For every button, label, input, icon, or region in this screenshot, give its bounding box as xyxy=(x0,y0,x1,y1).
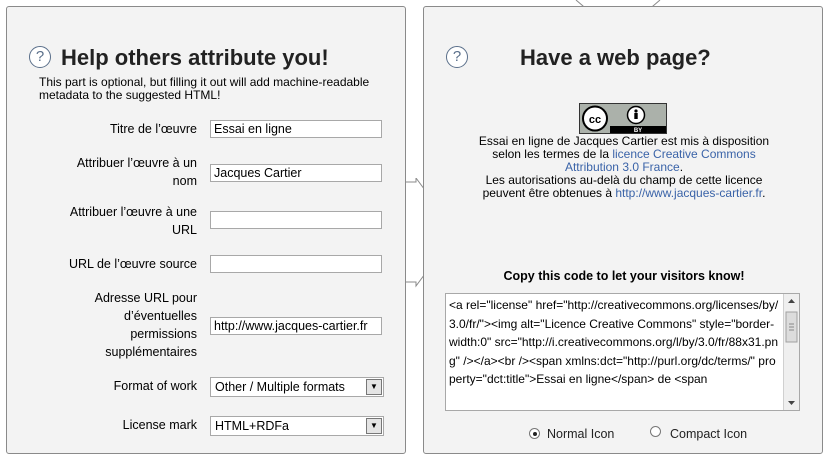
license-notice: Essai en ligne de Jacques Cartier est mi… xyxy=(478,134,770,200)
author-url-label: Attribuer l’œuvre à une URL xyxy=(69,205,197,237)
help-icon[interactable]: ? xyxy=(446,46,468,68)
author-name-input[interactable] xyxy=(210,164,382,182)
panel-title: Have a web page? xyxy=(520,45,711,70)
author-url-input[interactable] xyxy=(210,211,382,229)
more-permissions-input[interactable] xyxy=(210,317,382,335)
license-mark-value: HTML+RDFa xyxy=(215,419,289,433)
panel-title: Help others attribute you! xyxy=(61,45,329,70)
code-text: <a rel="license" href="http://creativeco… xyxy=(449,298,779,386)
license-mark-label: License mark xyxy=(122,418,197,432)
copy-heading: Copy this code to let your visitors know… xyxy=(503,269,745,283)
normal-icon-label[interactable]: Normal Icon xyxy=(547,427,614,441)
normal-icon-radio[interactable] xyxy=(529,428,540,439)
compact-icon-radio[interactable] xyxy=(650,426,661,437)
attribution-panel: ? Help others attribute you! This part i… xyxy=(6,6,406,454)
title-label: Titre de l’œuvre xyxy=(109,122,197,136)
format-select[interactable]: Other / Multiple formats ▼ xyxy=(210,377,384,397)
badge-by-text: BY xyxy=(634,128,642,133)
cc-by-badge[interactable]: cc BY xyxy=(579,103,667,134)
cc-logo-icon: cc BY xyxy=(580,104,666,134)
scrollbar-arrows-icon xyxy=(785,299,798,405)
chevron-down-icon: ▼ xyxy=(366,379,382,395)
svg-text:cc: cc xyxy=(589,114,601,126)
license-mark-select[interactable]: HTML+RDFa ▼ xyxy=(210,416,384,436)
format-value: Other / Multiple formats xyxy=(215,380,345,394)
format-label: Format of work xyxy=(113,379,197,393)
intro-text: This part is optional, but filling it ou… xyxy=(39,75,370,102)
help-icon[interactable]: ? xyxy=(29,46,51,68)
code-scrollbar[interactable] xyxy=(783,294,799,410)
source-url-input[interactable] xyxy=(210,255,382,273)
source-url-label: URL de l’œuvre source xyxy=(68,257,197,271)
more-permissions-label: Adresse URL pour d’éventuelles permissio… xyxy=(94,291,197,359)
code-textarea[interactable]: <a rel="license" href="http://creativeco… xyxy=(445,293,800,411)
chevron-down-icon: ▼ xyxy=(366,418,382,434)
compact-icon-label[interactable]: Compact Icon xyxy=(670,427,747,441)
author-name-label: Attribuer l’œuvre à un nom xyxy=(76,156,197,188)
web-page-panel: ? Have a web page? cc BY Essai en ligne … xyxy=(423,6,823,454)
permissions-link[interactable]: http://www.jacques-cartier.fr xyxy=(615,186,762,200)
title-input[interactable] xyxy=(210,120,382,138)
